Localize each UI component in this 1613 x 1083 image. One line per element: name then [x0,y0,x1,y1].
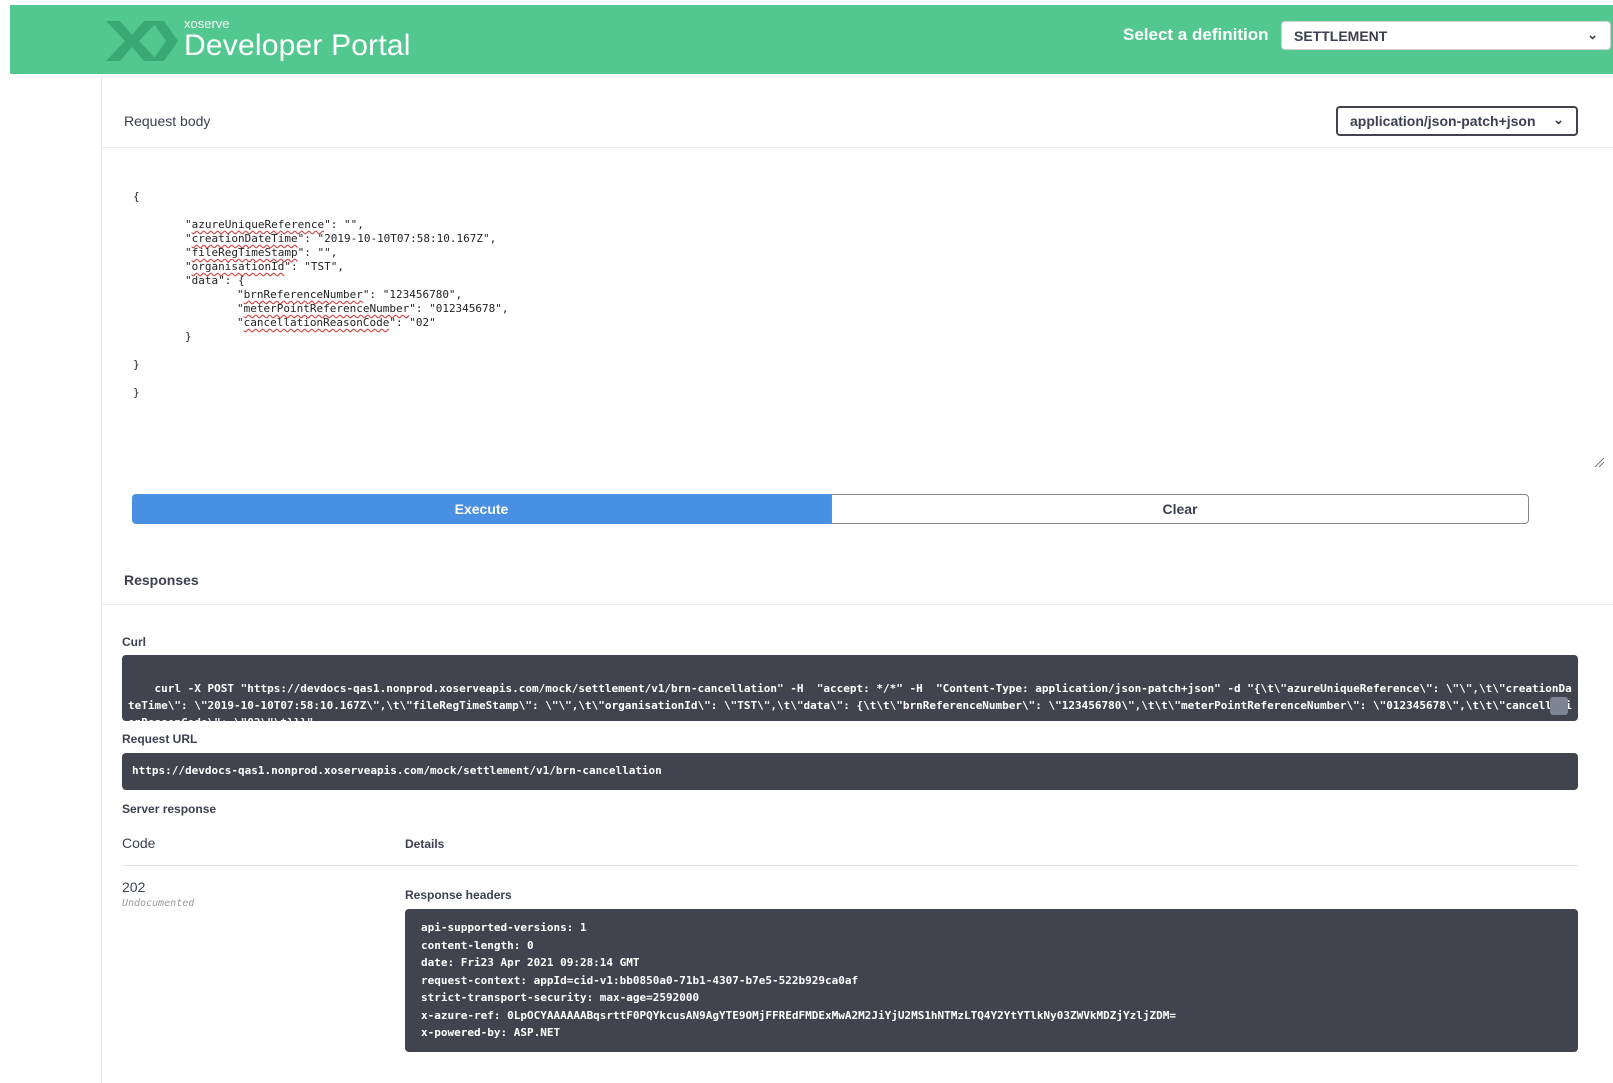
resize-handle-icon[interactable] [1593,456,1605,468]
json-key: creationDateTime [191,232,298,245]
json-line: "creationDateTime": "2019-10-10T07:58:10… [133,232,1601,246]
response-header-line: x-powered-by: ASP.NET [421,1026,561,1039]
curl-command-block[interactable]: curl -X POST "https://devdocs-qas1.nonpr… [122,655,1578,747]
response-code-note: Undocumented [122,898,195,909]
json-line-prefix: { [133,190,140,203]
responses-header: Responses [102,548,1613,605]
response-header-line: strict-transport-security: max-age=25920… [421,991,700,1004]
copy-to-clipboard-icon[interactable] [1550,697,1568,747]
curl-label: Curl [122,635,146,649]
json-key: brnReferenceNumber [243,288,363,301]
json-line-suffix: ": "02" [389,316,436,329]
json-key: cancellationReasonCode [243,316,390,329]
chevron-down-icon: ⌄ [1587,27,1598,42]
json-line-suffix: ": "", [324,218,364,231]
json-line [133,344,1601,358]
request-body-textarea[interactable]: {"azureUniqueReference": "", "creationDat… [129,158,1605,468]
json-line: "fileRegTimeStamp": "", [133,246,1601,260]
json-line-prefix: } [133,386,140,399]
request-url-text: https://devdocs-qas1.nonprod.xoserveapis… [132,764,662,777]
json-line [133,204,1601,218]
json-line-prefix: "data": { [185,274,245,287]
json-line: } [133,358,1601,372]
definition-select[interactable]: SETTLEMENT ⌄ [1281,21,1611,50]
response-header-line: request-context: appId=cid-v1:bb0850a0-7… [421,973,859,987]
server-response-label: Server response [122,802,217,816]
json-line-prefix: " [237,302,244,315]
json-line: "data": { [133,274,1601,288]
request-url-label: Request URL [122,732,198,746]
json-line-prefix: } [133,358,140,371]
definition-label: Select a definition [1123,25,1269,44]
operation-panel: Request body application/json-patch+json… [101,78,1613,1083]
xoserve-logo-icon [106,21,178,61]
table-divider [122,865,1578,866]
response-header-line: content-length: 0 [421,938,534,952]
chevron-down-icon: ⌄ [1553,112,1564,127]
json-line-prefix: " [237,316,244,329]
json-line: } [133,330,1601,344]
request-body-title: Request body [124,113,211,129]
json-key: organisationId [191,260,285,273]
json-line-suffix: ": "012345678", [409,302,509,315]
json-line [133,372,1601,386]
response-headers-label: Response headers [405,888,512,902]
brand-small-text: xoserve [184,15,230,31]
json-line: { [133,190,1601,204]
json-line: } [133,386,1601,400]
response-headers-block[interactable]: api-supported-versions: 1 content-length:… [405,909,1578,1052]
clear-button[interactable]: Clear [831,494,1529,524]
json-line: "cancellationReasonCode": "02" [133,316,1601,330]
response-header-line: date: Fri23 Apr 2021 09:28:14 GMT [421,956,640,969]
json-line-prefix: } [185,330,192,343]
curl-command-text: curl -X POST "https://devdocs-qas1.nonpr… [128,682,1572,729]
json-line: "organisationId": "TST", [133,260,1601,274]
json-line-prefix: " [185,246,192,259]
json-key: fileRegTimeStamp [191,246,298,259]
execute-button[interactable]: Execute [132,494,831,524]
execute-clear-row: Execute Clear [132,494,1529,524]
brand-title: Developer Portal [184,28,411,62]
definition-select-value: SETTLEMENT [1294,28,1388,44]
content-type-select[interactable]: application/json-patch+json ⌄ [1336,106,1578,136]
json-key: azureUniqueReference [191,218,325,231]
top-header: xoserve Developer Portal Select a defini… [10,5,1613,74]
json-line-suffix: ": "", [297,246,338,259]
json-line: "azureUniqueReference": "", [133,218,1601,232]
code-column-header: Code [122,835,156,851]
request-body-header: Request body application/json-patch+json… [102,88,1613,148]
response-header-line: x-azure-ref: 0LpOCYAAAAAABqsrttF0PQYkcus… [421,1008,1176,1022]
json-line-prefix: " [237,288,244,301]
json-line-prefix: " [185,218,192,231]
xoserve-logo[interactable]: xoserve Developer Portal [102,11,411,67]
request-url-block[interactable]: https://devdocs-qas1.nonprod.xoserveapis… [122,753,1578,790]
json-line-prefix: " [185,232,192,245]
content-type-value: application/json-patch+json [1350,113,1536,129]
json-key: meterPointReferenceNumber [243,302,410,315]
json-line-suffix: ": "TST", [284,260,344,273]
json-line: "brnReferenceNumber": "123456780", [133,288,1601,302]
response-header-line: api-supported-versions: 1 [421,921,587,934]
json-line-suffix: ": "123456780", [362,288,463,301]
details-column-header: Details [405,837,445,851]
json-line-suffix: ": "2019-10-10T07:58:10.167Z", [297,232,497,245]
response-code: 202 [122,879,146,895]
responses-title: Responses [124,572,199,588]
json-line-prefix: " [185,260,192,273]
json-line: "meterPointReferenceNumber": "012345678"… [133,302,1601,316]
